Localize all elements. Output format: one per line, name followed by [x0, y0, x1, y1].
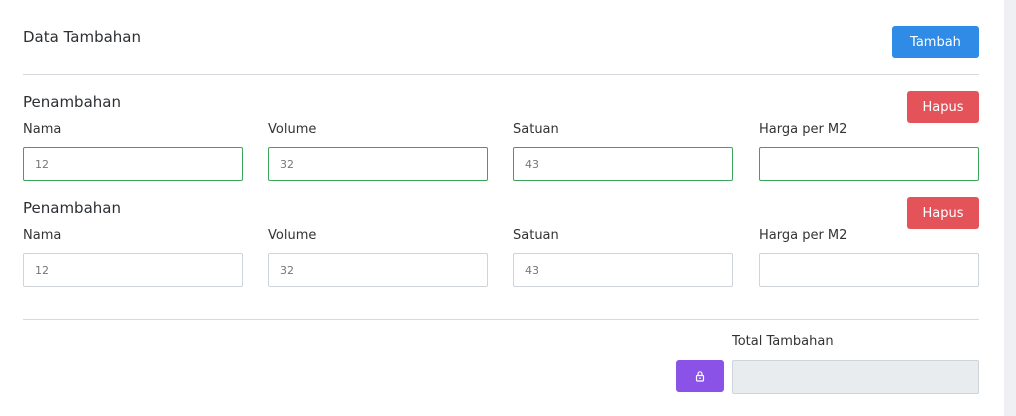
volume-label: Volume	[268, 228, 317, 243]
row-title: Penambahan	[23, 93, 121, 111]
satuan-input[interactable]	[513, 147, 733, 181]
lock-button[interactable]	[676, 360, 724, 392]
card-title: Data Tambahan	[23, 28, 141, 46]
harga-input[interactable]	[759, 147, 979, 181]
satuan-input[interactable]	[513, 253, 733, 287]
scrollbar[interactable]	[1004, 0, 1016, 416]
harga-label: Harga per M2	[759, 122, 848, 137]
total-label: Total Tambahan	[732, 334, 834, 349]
volume-input[interactable]	[268, 147, 488, 181]
total-tambahan-field[interactable]	[732, 360, 979, 394]
volume-input[interactable]	[268, 253, 488, 287]
nama-input[interactable]	[23, 147, 243, 181]
satuan-label: Satuan	[513, 228, 559, 243]
volume-label: Volume	[268, 122, 317, 137]
row-title: Penambahan	[23, 199, 121, 217]
nama-input[interactable]	[23, 253, 243, 287]
header-divider	[23, 74, 979, 75]
nama-label: Nama	[23, 122, 62, 137]
data-tambahan-card: Data Tambahan Tambah Penambahan Hapus Na…	[0, 0, 1004, 416]
nama-label: Nama	[23, 228, 62, 243]
delete-button[interactable]: Hapus	[907, 197, 979, 229]
satuan-label: Satuan	[513, 122, 559, 137]
harga-label: Harga per M2	[759, 228, 848, 243]
harga-input[interactable]	[759, 253, 979, 287]
lock-icon	[695, 371, 705, 382]
add-button[interactable]: Tambah	[892, 26, 979, 58]
footer-divider	[23, 319, 979, 320]
delete-button[interactable]: Hapus	[907, 91, 979, 123]
